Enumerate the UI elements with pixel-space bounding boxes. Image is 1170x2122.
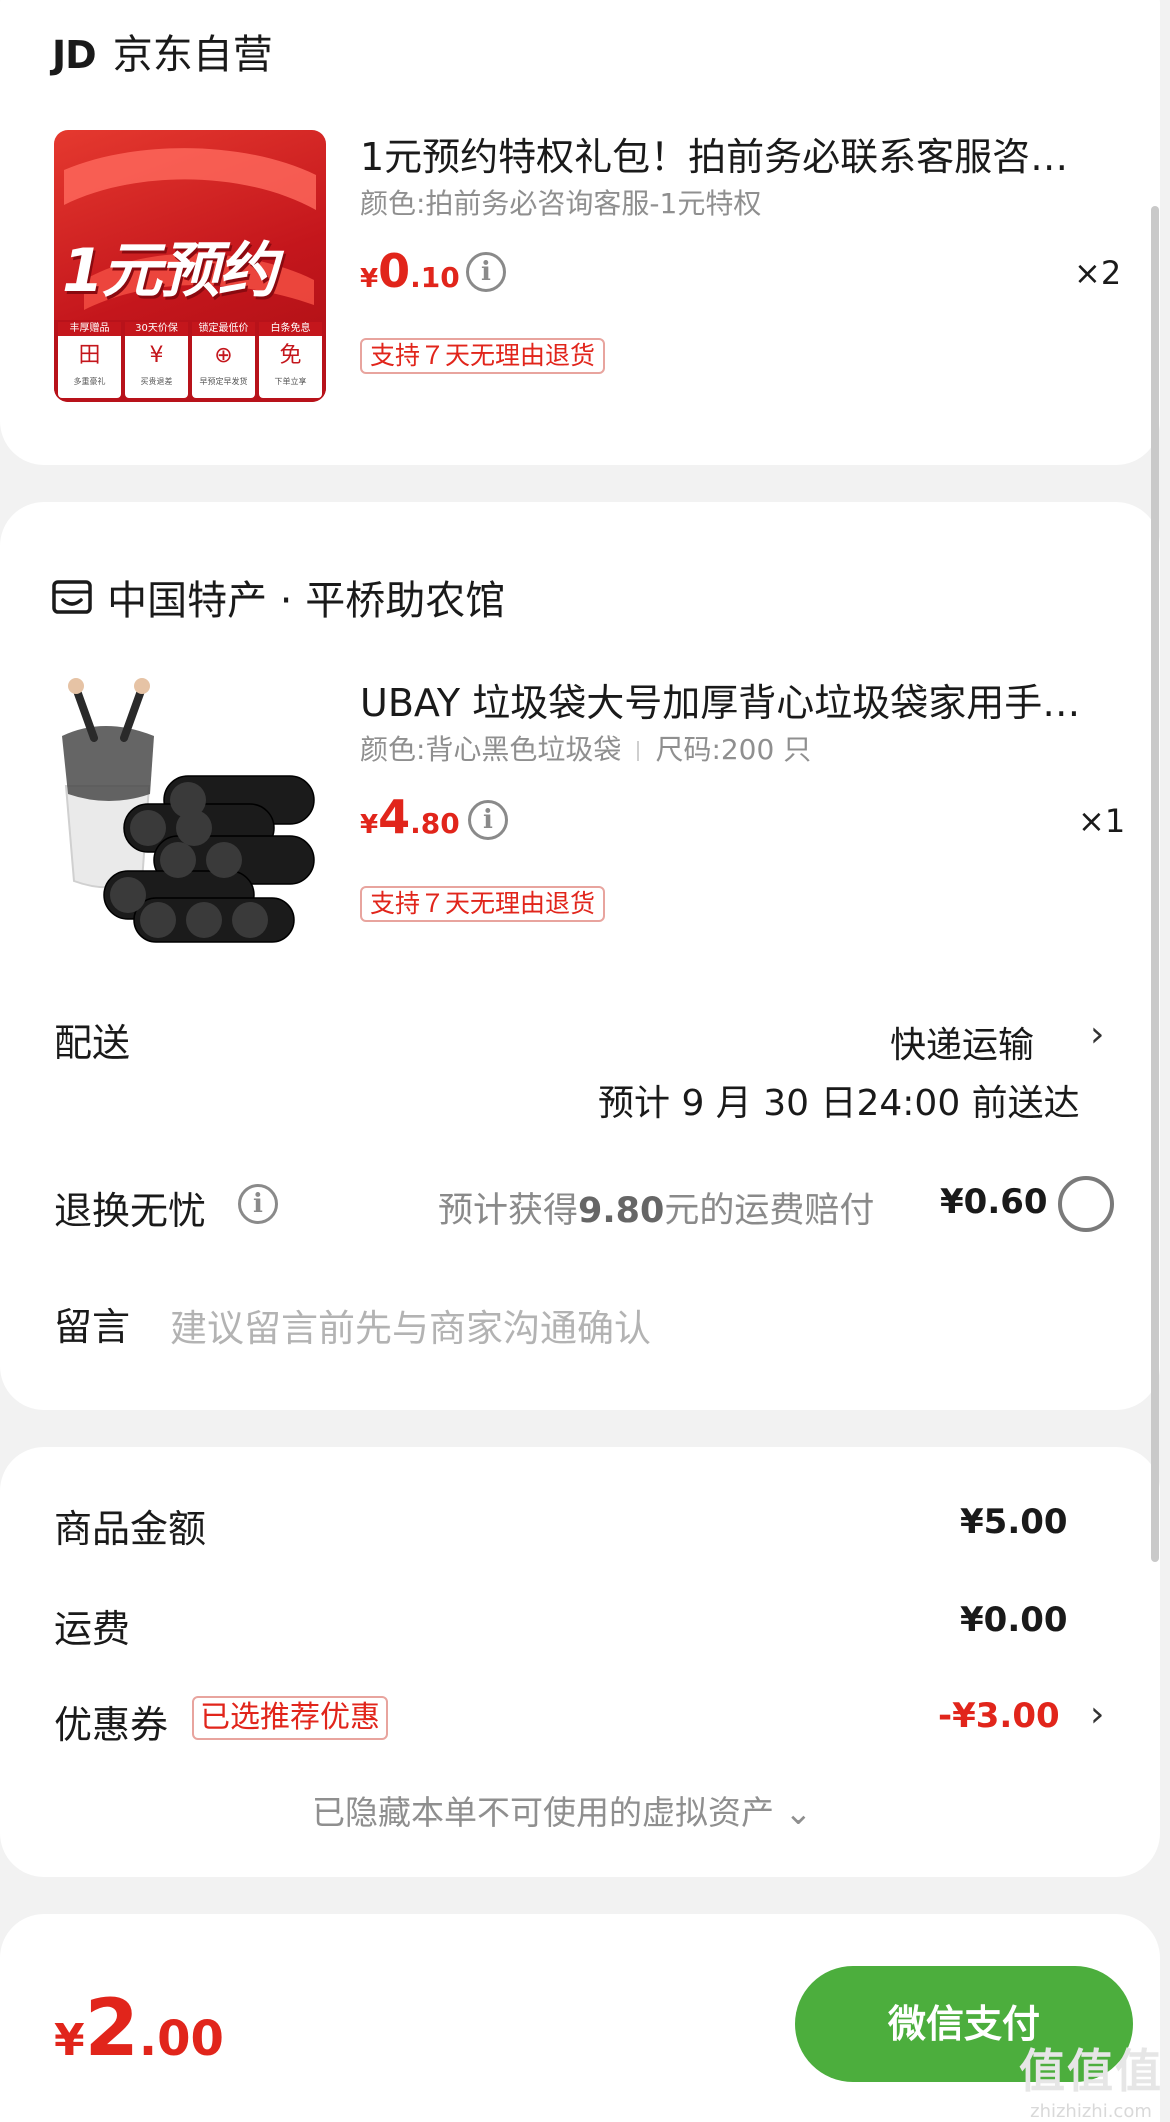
shop-header-pingqiao[interactable]: 中国特产 · 平桥助农馆 — [52, 568, 505, 626]
return-policy-tag: 支持７天无理由退货 — [360, 338, 606, 374]
coupon-value[interactable]: -¥3.00 — [938, 1696, 1060, 1736]
jd-logo-icon: JD — [52, 33, 97, 77]
shop-name: 中国特产 · 平桥助农馆 — [107, 578, 506, 624]
product-title[interactable]: UBAY 垃圾袋大号加厚背心垃圾袋家用手… — [360, 672, 1120, 727]
chevron-right-icon[interactable]: › — [1090, 1694, 1104, 1735]
chevron-right-icon[interactable]: › — [1090, 1014, 1104, 1055]
coupon-recommended-tag: 已选推荐优惠 — [192, 1696, 388, 1740]
trash-bag-artwork — [62, 678, 315, 943]
total-price: ¥2.00 — [54, 1984, 224, 2074]
return-worry-price: ¥0.60 — [940, 1182, 1048, 1222]
spec-divider — [637, 741, 640, 761]
return-worry-radio[interactable] — [1058, 1176, 1114, 1232]
order-card-pingqiao — [0, 502, 1160, 1410]
coupon-label: 优惠券 — [54, 1703, 169, 1747]
hidden-assets-toggle[interactable]: 已隐藏本单不可使用的虚拟资产 ⌄ — [312, 1786, 812, 1834]
goods-amount-value: ¥5.00 — [960, 1502, 1068, 1542]
shop-name: 京东自营 — [112, 32, 273, 78]
gift-badge: 丰厚赠品 田 多重豪礼 — [58, 322, 121, 398]
watermark-logo: 值值值 — [1019, 2044, 1163, 2098]
product-image-gift-pack[interactable]: 1元预约 丰厚赠品 田 多重豪礼 30天价保 ¥ 买贵退差 锁定最低价 ⊕ 早预… — [54, 130, 326, 402]
delivery-icon: ⊕ — [214, 343, 233, 368]
product-quantity: ×2 — [1074, 254, 1122, 292]
product-price: ¥0.10 — [360, 244, 460, 298]
delivery-label: 配送 — [54, 1021, 131, 1065]
return-worry-info-icon[interactable]: i — [238, 1184, 278, 1224]
watermark-url: zhizhizhi.com — [1030, 2101, 1152, 2122]
gift-icon: 田 — [78, 343, 101, 368]
product-spec[interactable]: 颜色:拍前务必咨询客服-1元特权 — [360, 182, 761, 222]
scrollbar[interactable] — [1151, 206, 1159, 1562]
interest-free-icon: 免 — [279, 343, 302, 368]
product-image-trash-bags[interactable] — [54, 676, 326, 948]
return-worry-desc: 预计获得9.80元的运费赔付 — [438, 1191, 875, 1231]
delivery-method[interactable]: 快递运输 — [890, 1016, 1034, 1068]
gift-badge: 30天价保 ¥ 买贵退差 — [125, 322, 188, 398]
product-quantity: ×1 — [1078, 802, 1126, 840]
price-info-icon[interactable]: i — [466, 252, 506, 292]
product-spec[interactable]: 颜色:背心黑色垃圾袋 尺码:200 只 — [360, 728, 811, 768]
goods-amount-label: 商品金额 — [54, 1507, 207, 1551]
gift-badge: 白条免息 免 下单立享 — [259, 322, 322, 398]
return-policy-tag: 支持７天无理由退货 — [360, 886, 606, 922]
price-protect-icon: ¥ — [149, 343, 164, 368]
shipping-value: ¥0.00 — [960, 1600, 1068, 1640]
delivery-eta: 预计 9 月 30 日24:00 前送达 — [598, 1083, 1080, 1124]
watermark: 值值值 zhizhizhi.com — [1016, 2035, 1166, 2122]
message-input[interactable]: 建议留言前先与商家沟通确认 — [170, 1298, 1070, 1350]
return-worry-label: 退换无忧 — [54, 1189, 207, 1233]
gift-badge: 锁定最低价 ⊕ 早预定早发货 — [192, 322, 255, 398]
shop-header-jd[interactable]: JD 京东自营 — [52, 22, 273, 80]
price-info-icon[interactable]: i — [468, 800, 508, 840]
product-price: ¥4.80 — [360, 790, 460, 844]
product-title[interactable]: 1元预约特权礼包！拍前务必联系客服咨… — [360, 126, 1120, 181]
shop-icon — [52, 580, 92, 614]
shipping-label: 运费 — [54, 1607, 131, 1651]
message-label: 留言 — [54, 1305, 131, 1349]
gift-pack-big-text: 1元预约 — [62, 236, 278, 306]
gift-pack-badges: 丰厚赠品 田 多重豪礼 30天价保 ¥ 买贵退差 锁定最低价 ⊕ 早预定早发货 … — [58, 322, 322, 398]
